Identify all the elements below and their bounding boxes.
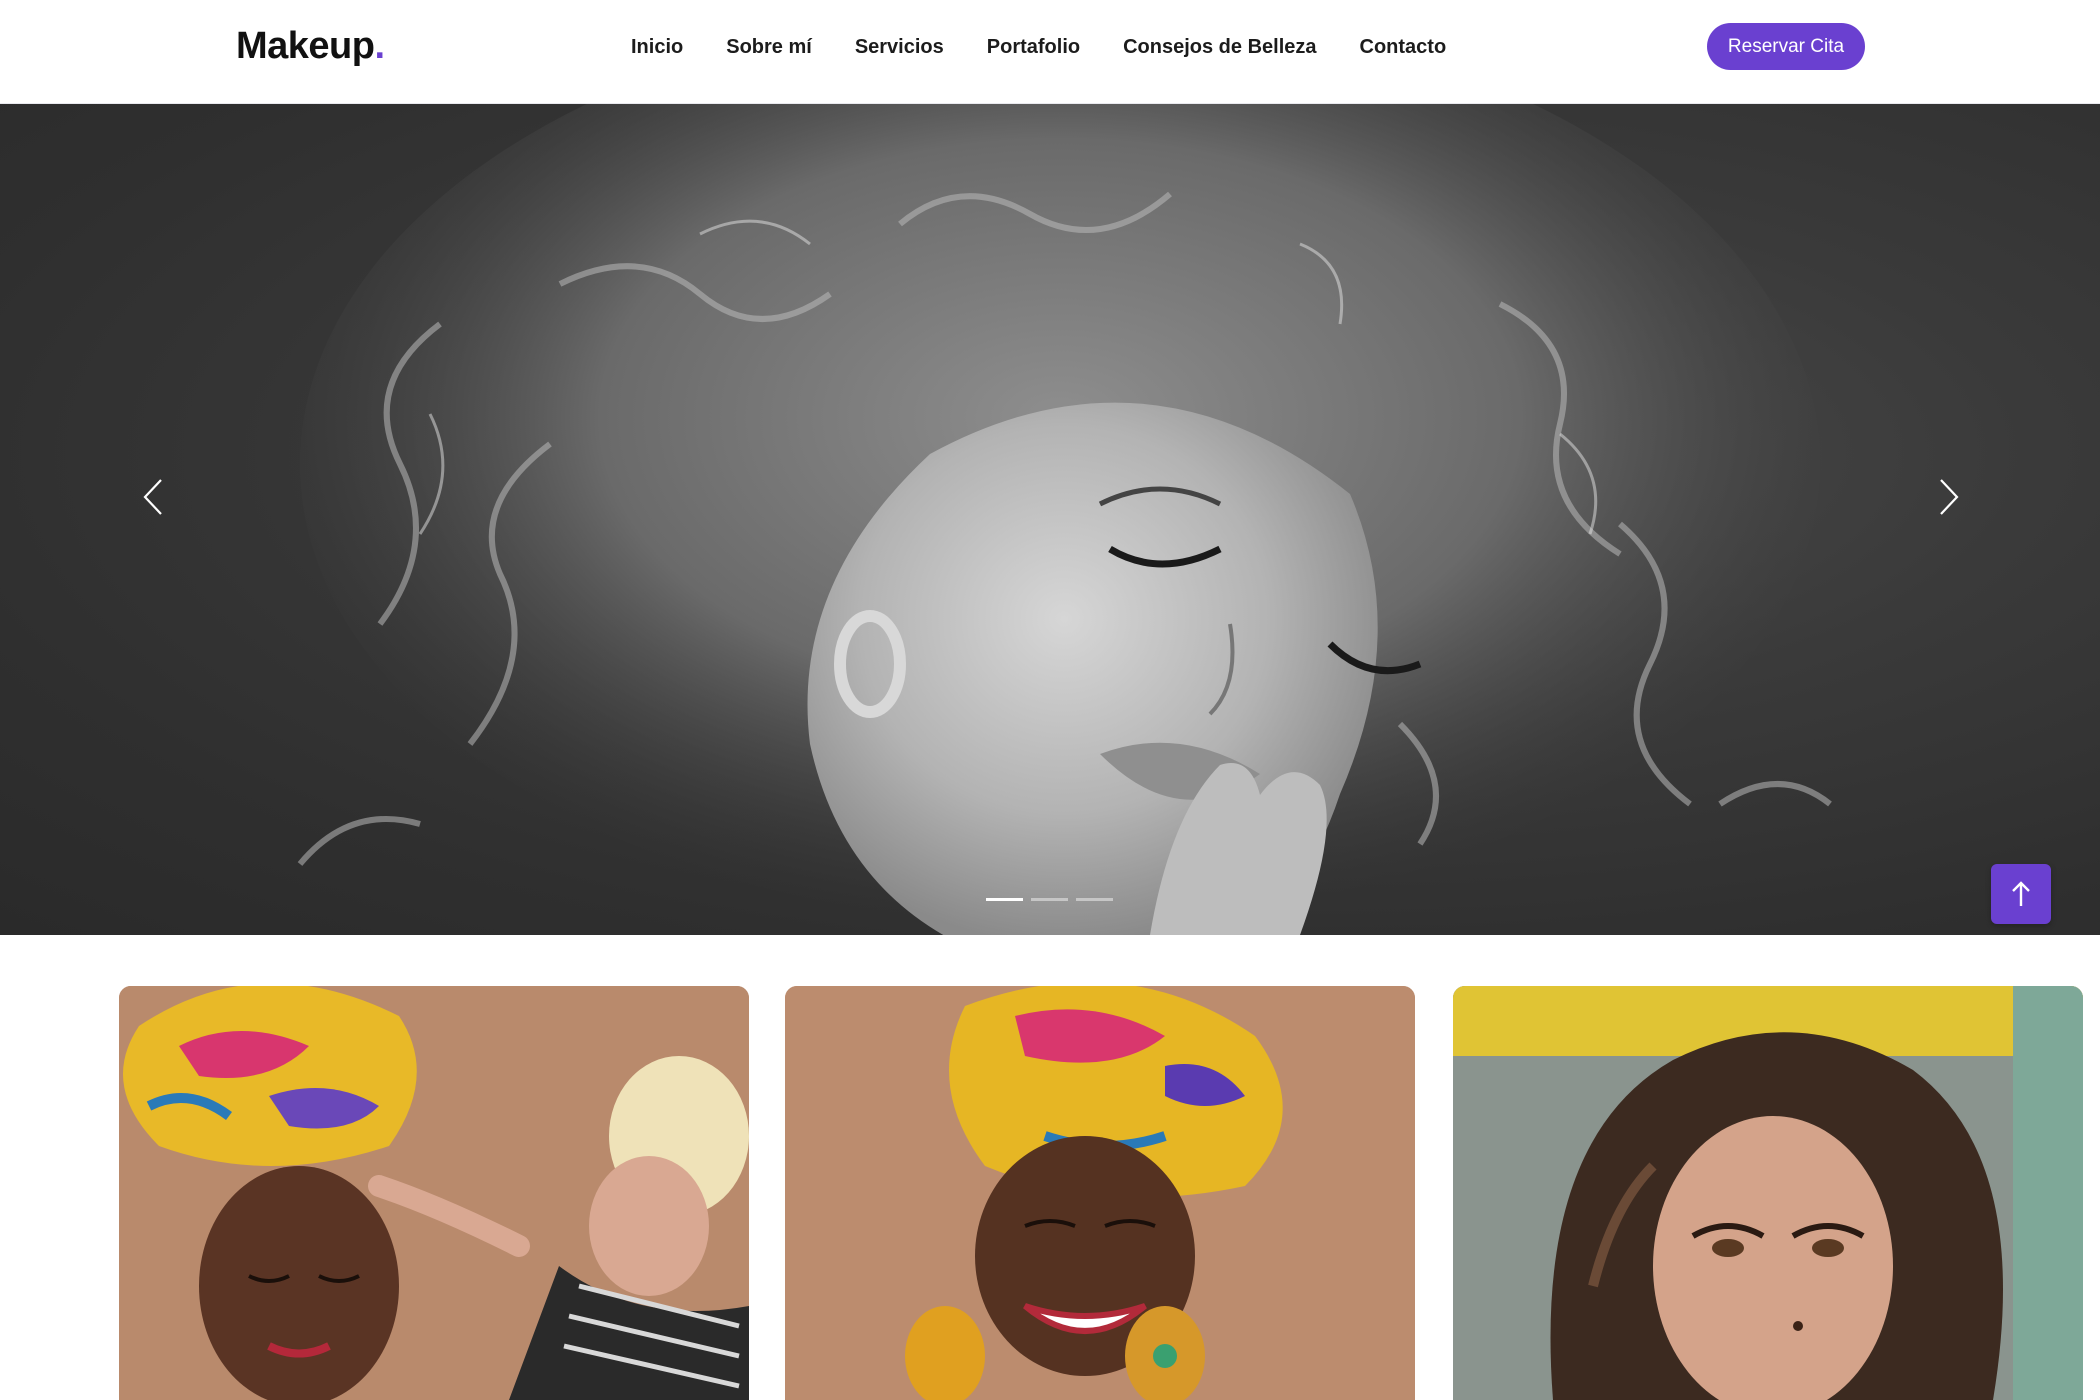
nav-item-servicios[interactable]: Servicios [855, 30, 944, 64]
gallery-card-1[interactable] [119, 986, 749, 1400]
arrow-up-icon [2012, 881, 2030, 906]
nav-item-sobre-mi[interactable]: Sobre mí [726, 30, 812, 64]
slider-pagination [986, 898, 1113, 901]
hero-slider [0, 104, 2100, 935]
site-header: Makeup. Inicio Sobre mí Servicios Portaf… [0, 0, 2100, 104]
nav-item-portafolio[interactable]: Portafolio [987, 30, 1080, 64]
gallery-image [1453, 986, 2083, 1400]
logo-dot: . [374, 25, 385, 67]
book-appointment-button[interactable]: Reservar Cita [1707, 23, 1865, 70]
gallery-image [785, 986, 1415, 1400]
gallery-card-2[interactable] [785, 986, 1415, 1400]
nav-item-inicio[interactable]: Inicio [631, 30, 683, 64]
gallery-image [119, 986, 749, 1400]
chevron-left-icon [143, 479, 162, 515]
hero-image [297, 104, 1832, 935]
main-nav: Inicio Sobre mí Servicios Portafolio Con… [631, 30, 1446, 64]
logo-text: Makeup [236, 25, 375, 67]
slider-dot-3[interactable] [1076, 898, 1113, 901]
slider-dot-2[interactable] [1031, 898, 1068, 901]
nav-item-consejos-de-belleza[interactable]: Consejos de Belleza [1123, 30, 1316, 64]
slider-prev-button[interactable] [128, 460, 178, 534]
slider-next-button[interactable] [1924, 460, 1974, 534]
back-to-top-button[interactable] [1991, 864, 2051, 924]
gallery-card-3[interactable] [1453, 986, 2083, 1400]
slider-dot-1[interactable] [986, 898, 1023, 901]
chevron-right-icon [1940, 479, 1959, 515]
nav-item-contacto[interactable]: Contacto [1360, 30, 1447, 64]
logo[interactable]: Makeup. [236, 22, 385, 70]
